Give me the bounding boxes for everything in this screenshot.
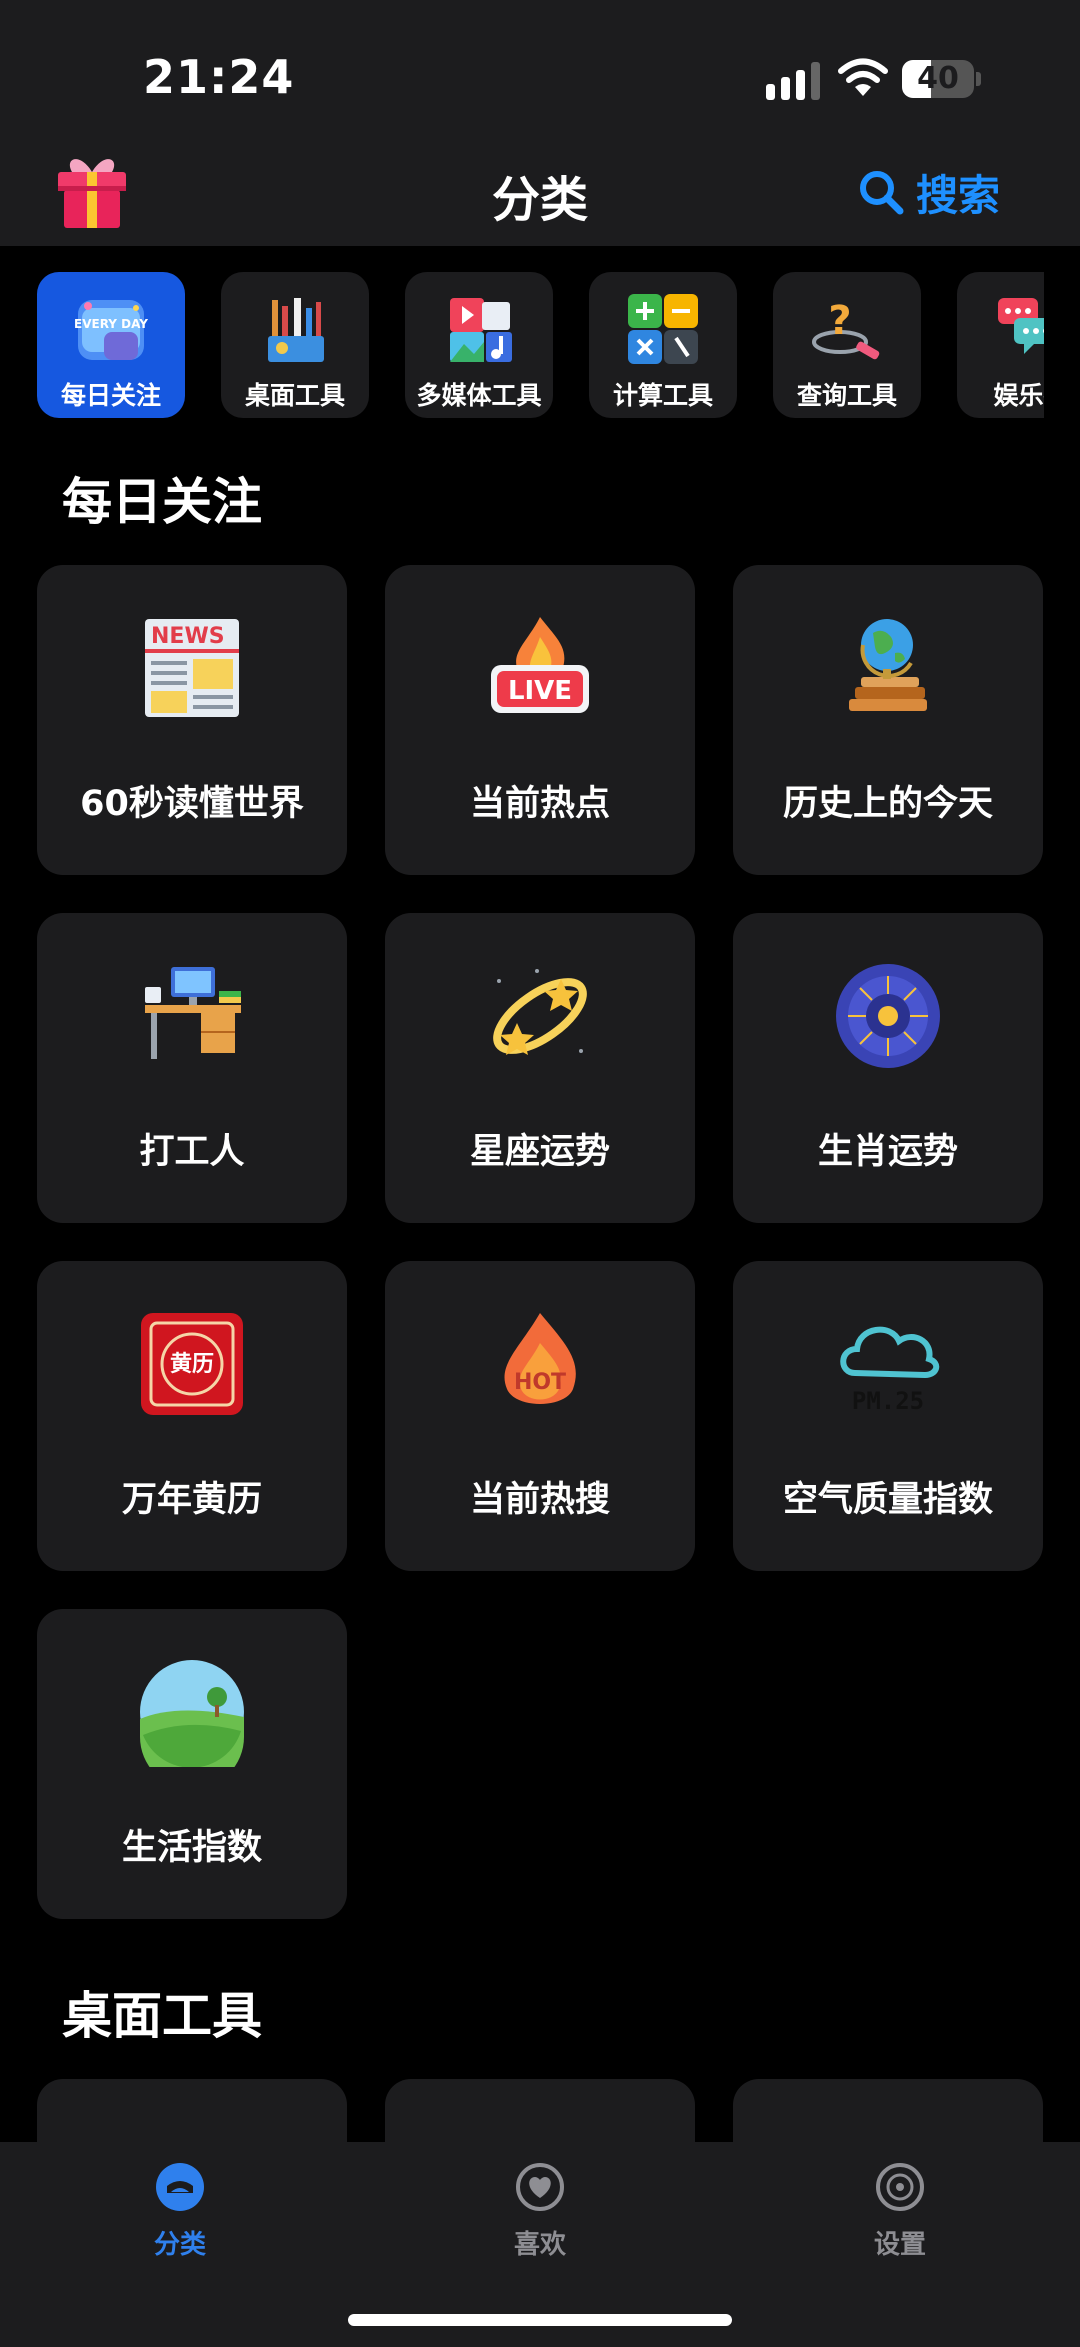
desk-tools-icon — [268, 298, 324, 362]
news-icon-text: NEWS — [151, 624, 225, 649]
category-tab-calculator[interactable]: 计算工具 — [589, 272, 737, 418]
tab-label: 喜欢 — [513, 2230, 566, 2260]
shooting-stars-icon — [493, 969, 587, 1055]
tab-favorites[interactable]: 喜欢 — [440, 2162, 640, 2282]
office-desk-icon — [145, 967, 241, 1059]
tile-label: 历史上的今天 — [782, 784, 993, 824]
tile-60s-news[interactable]: NEWS 60秒读懂世界 — [37, 565, 347, 875]
cellular-signal-icon — [766, 62, 820, 100]
tile-today-in-history[interactable]: 历史上的今天 — [733, 565, 1043, 875]
search-label: 搜索 — [916, 170, 1001, 220]
tile-hot-search[interactable]: HOT 当前热搜 — [385, 1261, 695, 1571]
tile-label: 空气质量指数 — [782, 1480, 993, 1520]
tile-constellation-fortune[interactable]: 星座运势 — [385, 913, 695, 1223]
tile-label: 当前热点 — [469, 784, 610, 824]
search-button[interactable]: 搜索 — [858, 164, 1000, 220]
tab-label: 设置 — [873, 2230, 926, 2260]
section-title-desk-tools: 桌面工具 — [62, 1987, 262, 2045]
category-tab-desk-tools[interactable]: 桌面工具 — [221, 272, 369, 418]
category-tab-query[interactable]: ? 查询工具 — [773, 272, 921, 418]
tile-label: 60秒读懂世界 — [80, 784, 304, 824]
svg-text:?: ? — [828, 298, 851, 344]
news-icon: NEWS — [145, 619, 239, 717]
chat-icon — [998, 298, 1044, 354]
category-strip[interactable]: EVERY DAY 每日关注 桌面工具 多媒体工具 计算工具 ? 查询工具 娱乐 — [0, 246, 1044, 436]
globe-books-icon — [849, 619, 927, 711]
live-fire-icon: LIVE — [491, 617, 589, 713]
pm25-icon-text: PM.25 — [852, 1387, 924, 1415]
zodiac-wheel-icon — [836, 964, 940, 1068]
category-label: 娱乐社 — [993, 381, 1044, 410]
header: 分类 搜索 — [0, 150, 1080, 246]
category-tab-multimedia[interactable]: 多媒体工具 — [405, 272, 553, 418]
tile-label: 当前热搜 — [469, 1480, 610, 1520]
tile-almanac[interactable]: 黄历 万年黄历 — [37, 1261, 347, 1571]
category-label: 桌面工具 — [244, 381, 345, 410]
tile-label: 星座运势 — [469, 1132, 610, 1172]
tile-air-quality[interactable]: PM.25 空气质量指数 — [733, 1261, 1043, 1571]
status-time: 21:24 — [143, 50, 295, 104]
almanac-icon: 黄历 — [141, 1313, 243, 1415]
query-icon: ? — [812, 298, 880, 360]
category-label: 每日关注 — [60, 381, 161, 410]
tile-label: 生活指数 — [121, 1828, 262, 1868]
tab-category[interactable]: 分类 — [80, 2162, 280, 2282]
category-label: 计算工具 — [612, 381, 713, 410]
tile-worker[interactable]: 打工人 — [37, 913, 347, 1223]
tile-zodiac-fortune[interactable]: 生肖运势 — [733, 913, 1043, 1223]
multimedia-icon — [450, 298, 512, 362]
tab-settings[interactable]: 设置 — [800, 2162, 1000, 2282]
calculator-icon — [628, 294, 698, 364]
tile-label: 万年黄历 — [121, 1480, 262, 1520]
everyday-icon-text: EVERY DAY — [74, 317, 148, 331]
tile-label: 生肖运势 — [817, 1132, 958, 1172]
landscape-icon — [140, 1660, 244, 1767]
category-tab-entertainment[interactable]: 娱乐社 — [957, 272, 1044, 418]
hot-icon-text: HOT — [514, 1370, 566, 1395]
almanac-icon-text: 黄历 — [170, 1352, 214, 1377]
tile-life-index[interactable]: 生活指数 — [37, 1609, 347, 1919]
tab-label: 分类 — [153, 2230, 206, 2260]
hot-fire-icon: HOT — [504, 1313, 576, 1404]
everyday-icon: EVERY DAY — [74, 300, 148, 360]
status-bar: 21:24 40 — [0, 0, 1080, 150]
settings-icon — [876, 2163, 924, 2211]
battery-indicator: 40 — [902, 60, 982, 98]
category-label: 多媒体工具 — [416, 381, 542, 410]
wifi-icon — [838, 58, 888, 96]
section-title-daily: 每日关注 — [62, 473, 262, 531]
tile-label: 打工人 — [139, 1132, 245, 1172]
pm25-cloud-icon: PM.25 — [840, 1326, 940, 1415]
live-icon-text: LIVE — [508, 676, 572, 706]
tile-current-hotspot[interactable]: LIVE 当前热点 — [385, 565, 695, 875]
heart-icon — [516, 2163, 564, 2211]
home-indicator — [348, 2314, 732, 2326]
search-icon — [860, 171, 904, 215]
category-tab-daily[interactable]: EVERY DAY 每日关注 — [37, 272, 185, 418]
category-icon — [156, 2163, 204, 2211]
battery-level: 40 — [917, 61, 959, 96]
category-label: 查询工具 — [796, 381, 897, 410]
